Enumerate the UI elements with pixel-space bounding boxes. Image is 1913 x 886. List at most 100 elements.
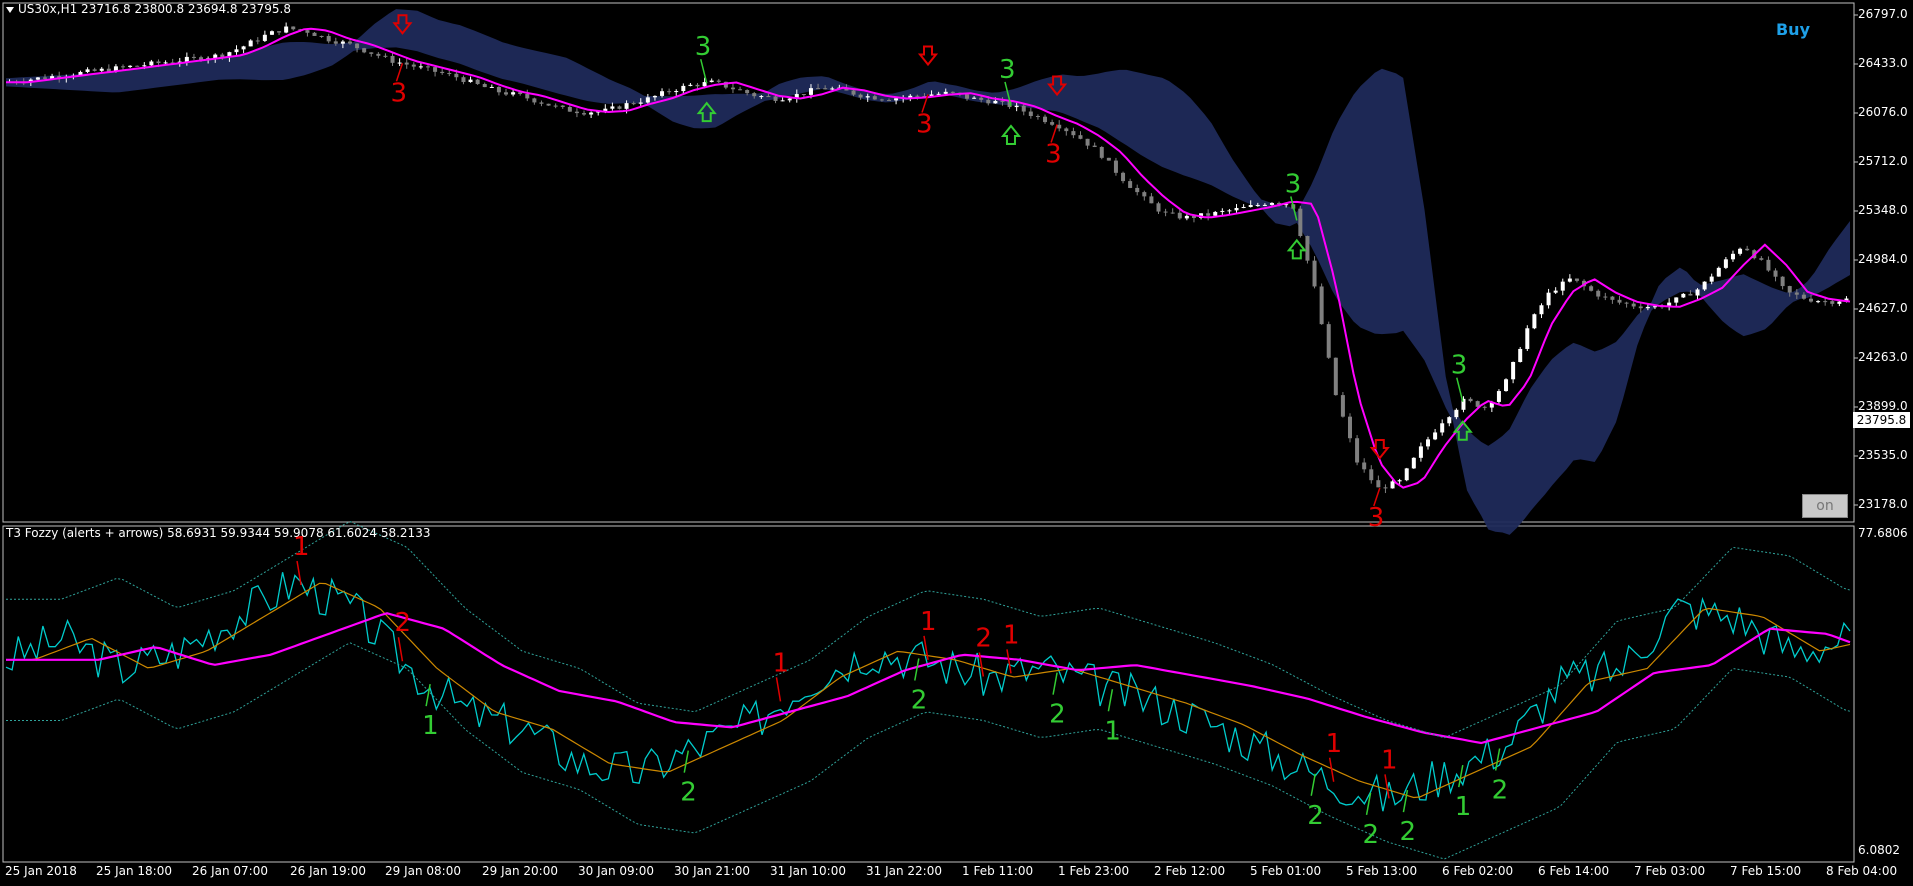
candle-body [319,35,324,37]
indicator-signal-label: 2 [1363,820,1380,850]
ichimoku-cloud [6,9,1850,535]
candle-body [738,89,743,91]
candle-body [695,84,700,87]
candle-body [1397,480,1402,482]
candle-body [1000,100,1005,102]
candle-body [1035,115,1040,117]
price-tick-label: 24627.0 [1858,301,1908,315]
candle-body [468,79,473,83]
indicator-leader [683,750,690,773]
candle-body [511,92,516,95]
candle-body [1028,111,1033,116]
candle-body [1085,138,1090,146]
time-tick-label: 7 Feb 03:00 [1634,864,1706,878]
time-tick-label: 5 Feb 01:00 [1250,864,1322,878]
candle-body [1057,124,1062,129]
candle-body [1404,468,1409,481]
candle-body [773,96,778,101]
candle-body [688,84,693,86]
candle-body [85,69,90,72]
candle-body [489,86,494,88]
indicator-signal-label: 2 [911,685,928,715]
price-tick-label: 26076.0 [1858,105,1908,119]
candle-body [1787,286,1792,293]
candle-body [950,91,955,93]
indicator-signal-label: 1 [1326,729,1343,759]
indicator-leader [1310,773,1316,796]
cloud-area [6,9,1850,535]
candle-body [858,94,863,98]
candle-body [1156,203,1161,212]
candle-body [532,98,537,103]
candle-body [865,96,870,98]
candle-body [1603,296,1608,298]
candle-body [1099,147,1104,158]
candle-body [277,31,282,33]
candle-body [1816,301,1821,303]
indicator-leader [1494,748,1501,771]
symbol-info[interactable]: US30x,H1 23716.8 23800.8 23694.8 23795.8 [6,2,291,16]
candle-body [1730,253,1735,260]
price-tick-label: 26433.0 [1858,56,1908,70]
candle-body [1596,290,1601,297]
candle-body [35,77,40,80]
on-button[interactable]: on [1802,494,1848,518]
candle-body [496,86,501,93]
candle-body [1801,294,1806,299]
candle-body [1496,391,1501,402]
indicator-leader [914,658,920,681]
candle-body [1369,469,1374,481]
candle-body [823,88,828,90]
candle-body [1149,196,1154,204]
candle-body [163,62,168,64]
signal-label: 3 [1045,140,1062,170]
candle-body [475,79,480,85]
candle-body [1121,172,1126,182]
candle-body [1333,357,1338,396]
candle-body [830,88,835,90]
candle-body [1269,202,1274,205]
sell-arrow-icon [1369,439,1390,460]
candle-body [1241,206,1246,208]
candle-body [447,73,452,75]
candle-body [1674,297,1679,303]
indicator-leader [1107,689,1114,712]
candle-body [1681,293,1686,298]
candle-body [142,65,147,67]
buy-button[interactable]: Buy [1776,20,1810,39]
candle-body [1213,211,1218,216]
candle-body [1759,258,1764,260]
candle-body [638,102,643,104]
price-tick-label: 25712.0 [1858,154,1908,168]
candle-body [1092,145,1097,148]
time-tick-label: 31 Jan 22:00 [866,864,942,878]
collapse-icon[interactable] [6,6,14,13]
candle-body [1638,306,1643,309]
candle-body [1808,298,1813,302]
candle-body [504,92,509,95]
candle-body [255,40,260,42]
candle-body [936,93,941,95]
candle-body [1504,379,1509,392]
candle-body [355,43,360,49]
candle-body [1383,487,1388,489]
candle-body [1652,306,1657,308]
candle-body [816,88,821,90]
price-tick-label: 24263.0 [1858,350,1908,364]
candle-body [1518,348,1523,362]
indicator-tick-label: 6.0802 [1858,843,1900,857]
buy-arrow-icon [1000,124,1022,145]
candle-body [525,93,530,99]
time-tick-label: 7 Feb 15:00 [1730,864,1802,878]
candle-body [1823,301,1828,303]
candle-body [1064,128,1069,132]
time-tick-label: 25 Jan 18:00 [96,864,172,878]
trading-chart[interactable]: 3 3 3 3 3 3 3 3 12121212 1212121212 [0,0,1913,886]
candle-body [1482,406,1487,408]
candle-body [1624,302,1629,304]
candle-body [128,65,133,67]
indicator-tick-label: 77.6806 [1858,526,1908,540]
candle-body [121,66,126,68]
candle-body [1021,105,1026,112]
price-tick-label: 23178.0 [1858,497,1908,511]
